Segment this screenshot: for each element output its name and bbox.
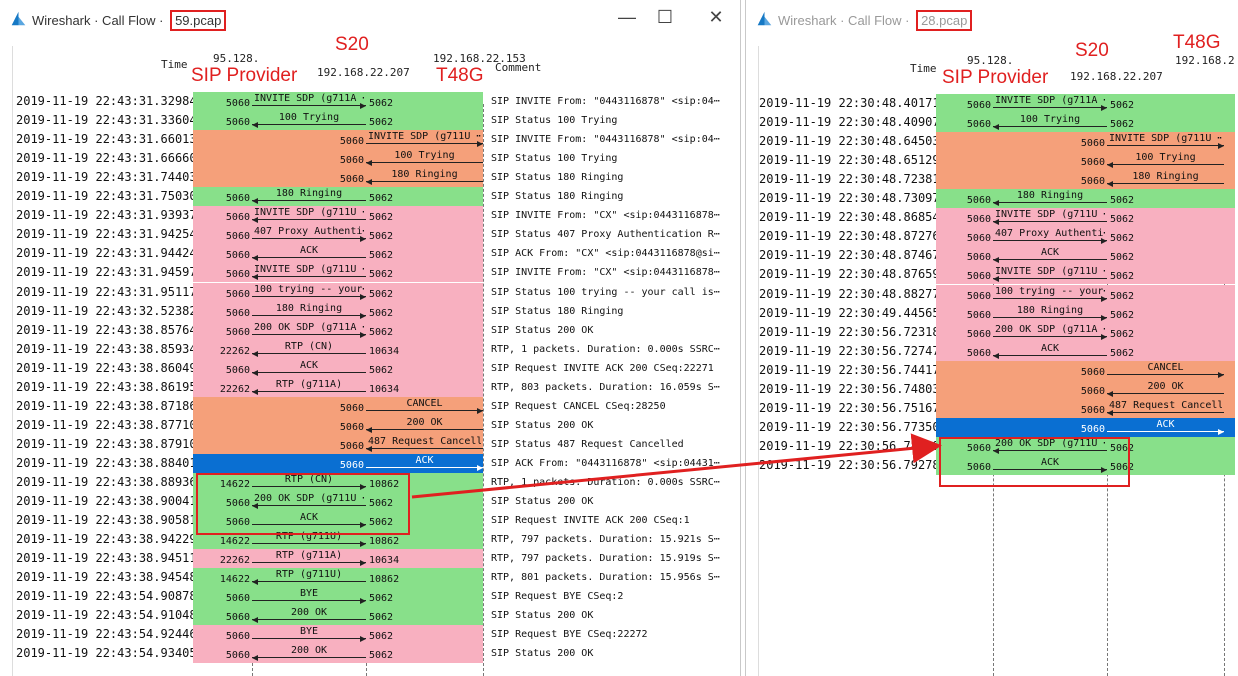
- comparison-arrow: [411, 433, 942, 499]
- comparison-arrow-line: [411, 433, 942, 499]
